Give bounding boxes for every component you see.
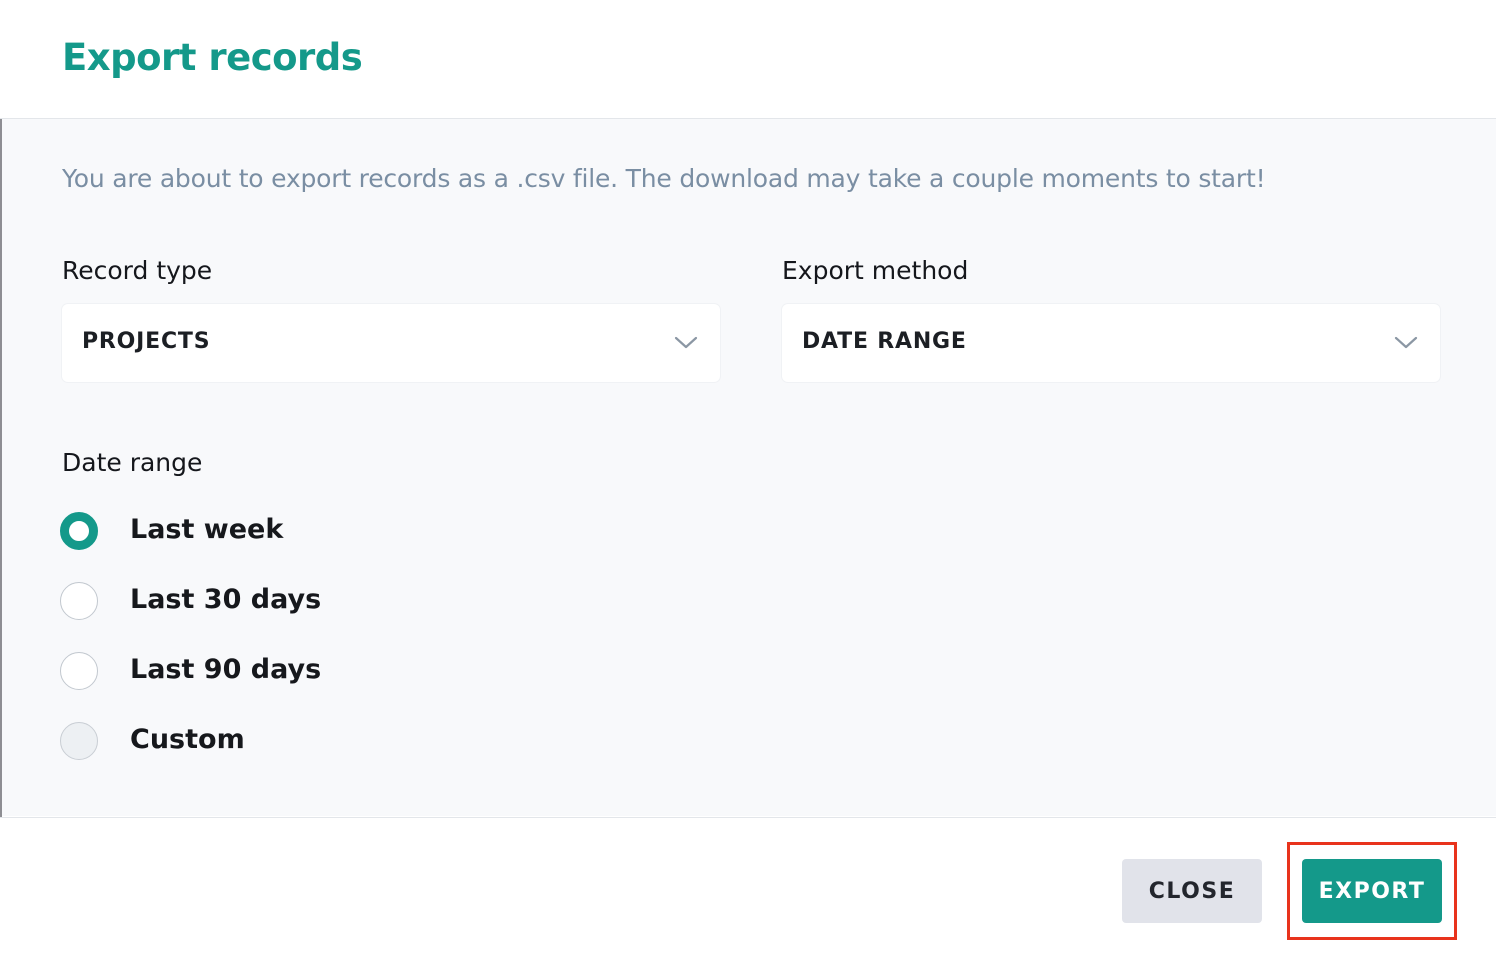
radio-label: Last 90 days	[130, 654, 322, 685]
intro-text: You are about to export records as a .cs…	[62, 164, 1266, 193]
date-range-label: Date range	[62, 448, 203, 477]
radio-button[interactable]	[60, 652, 98, 690]
dialog-title: Export records	[62, 36, 363, 79]
radio-button-checked[interactable]	[60, 512, 98, 550]
export-records-dialog: Export records You are about to export r…	[0, 0, 1496, 955]
radio-label: Custom	[130, 724, 245, 755]
export-button[interactable]: EXPORT	[1302, 859, 1442, 923]
export-method-select[interactable]: DATE RANGE	[782, 304, 1440, 382]
record-type-select[interactable]: PROJECTS	[62, 304, 720, 382]
radio-label: Last week	[130, 514, 284, 545]
radio-button[interactable]	[60, 582, 98, 620]
radio-label: Last 30 days	[130, 584, 322, 615]
export-method-value: DATE RANGE	[802, 329, 967, 354]
dialog-footer: CLOSE EXPORT	[0, 817, 1496, 955]
dialog-header: Export records	[0, 0, 1496, 119]
export-method-label: Export method	[782, 256, 969, 285]
chevron-down-icon	[1394, 336, 1418, 349]
radio-button[interactable]	[60, 722, 98, 760]
record-type-label: Record type	[62, 256, 213, 285]
record-type-value: PROJECTS	[82, 329, 211, 354]
close-button[interactable]: CLOSE	[1122, 859, 1262, 923]
dialog-body: You are about to export records as a .cs…	[2, 119, 1496, 816]
chevron-down-icon	[674, 336, 698, 349]
